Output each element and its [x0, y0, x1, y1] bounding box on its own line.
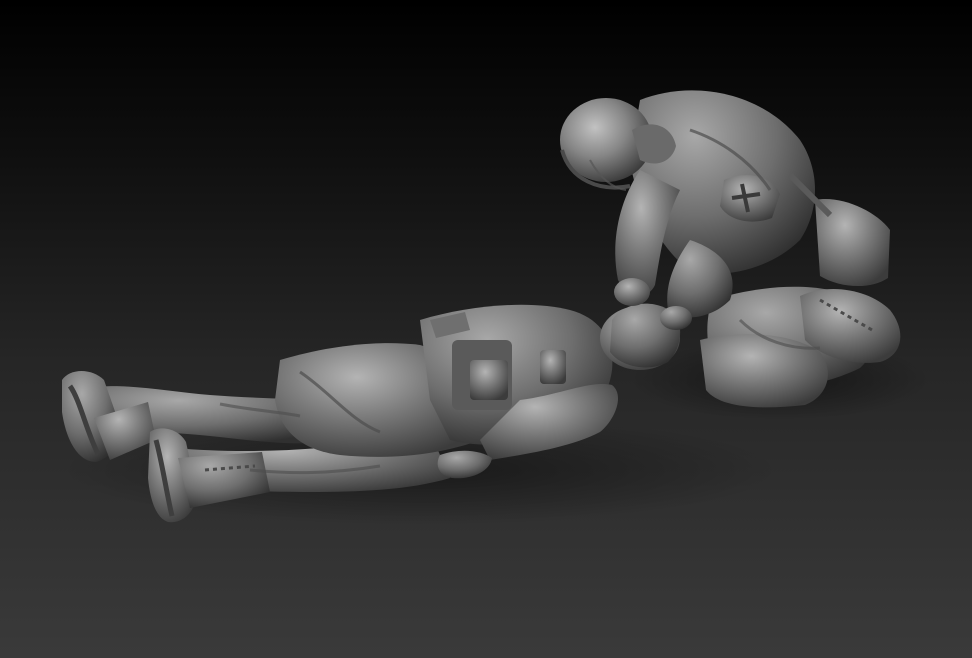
- sculpt-render: [60, 90, 930, 525]
- viewport: [0, 0, 972, 658]
